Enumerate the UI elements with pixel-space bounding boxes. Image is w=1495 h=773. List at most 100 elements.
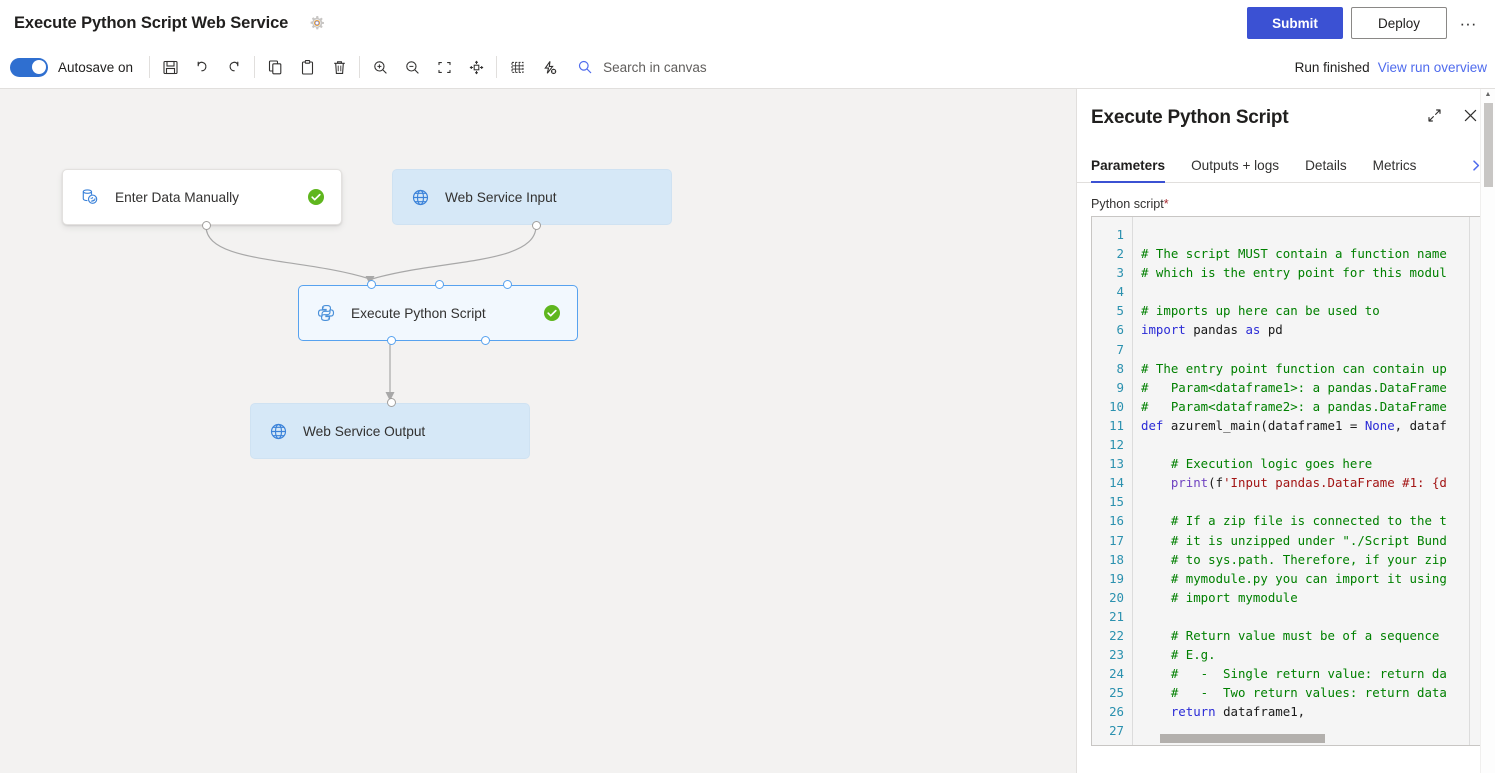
code-line: def azureml_main(dataframe1 = None, data… <box>1141 417 1447 433</box>
code-line: # - Single return value: return da <box>1141 666 1447 682</box>
pipeline-canvas[interactable]: Enter Data Manually Web Service Input Ex… <box>0 89 1076 773</box>
globe-icon <box>267 420 289 442</box>
tab-parameters[interactable]: Parameters <box>1091 158 1166 183</box>
node-enter-data-manually[interactable]: Enter Data Manually <box>62 169 342 230</box>
expand-icon[interactable] <box>1421 102 1447 128</box>
node-output-port[interactable] <box>202 221 211 230</box>
zoom-in-icon[interactable] <box>366 53 394 81</box>
node-output-port-2[interactable] <box>481 336 490 345</box>
view-run-overview-link[interactable]: View run overview <box>1378 60 1487 75</box>
zoom-out-icon[interactable] <box>398 53 426 81</box>
node-label: Web Service Output <box>303 423 426 439</box>
code-line: # Execution logic goes here <box>1141 456 1373 472</box>
code-line-number: 6 <box>1116 322 1124 338</box>
tab-outputs-logs[interactable]: Outputs + logs <box>1191 158 1279 182</box>
node-label: Web Service Input <box>445 189 557 205</box>
code-line: # to sys.path. Therefore, if your zip <box>1141 551 1447 567</box>
panel-vertical-scrollbar[interactable]: ▲ <box>1480 89 1495 773</box>
node-web-service-output[interactable]: Web Service Output <box>250 398 530 459</box>
code-line: # If a zip file is connected to the t <box>1141 513 1447 529</box>
code-line-number: 9 <box>1116 379 1124 395</box>
field-label-text: Python script <box>1091 197 1164 211</box>
titlebar-actions: Submit Deploy ··· <box>1247 7 1495 39</box>
paste-icon[interactable] <box>293 53 321 81</box>
code-line-number: 19 <box>1109 570 1124 586</box>
code-line-number: 26 <box>1109 704 1124 720</box>
code-line-number: 3 <box>1116 265 1124 281</box>
node-web-service-input[interactable]: Web Service Input <box>392 169 672 230</box>
fit-to-screen-icon[interactable] <box>430 53 458 81</box>
node-input-port-2[interactable] <box>435 280 444 289</box>
code-line: # E.g. <box>1141 647 1216 663</box>
code-line-number: 8 <box>1116 360 1124 376</box>
node-output-port-1[interactable] <box>387 336 396 345</box>
code-line-number: 11 <box>1109 417 1124 433</box>
edge-ws-input-to-python <box>371 225 537 280</box>
status-badge-succeeded <box>543 304 561 322</box>
code-line: # The entry point function can contain u… <box>1141 360 1447 376</box>
node-execute-python-script[interactable]: Execute Python Script <box>298 280 578 345</box>
auto-layout-icon[interactable] <box>462 53 490 81</box>
copy-icon[interactable] <box>261 53 289 81</box>
save-icon[interactable] <box>156 53 184 81</box>
node-output-port[interactable] <box>532 221 541 230</box>
node-input-port[interactable] <box>387 398 396 407</box>
code-line-number: 2 <box>1116 246 1124 262</box>
page-title: Execute Python Script Web Service <box>14 13 289 32</box>
toolbar-divider <box>496 56 498 78</box>
undo-icon[interactable] <box>188 53 216 81</box>
code-horizontal-scrollbar[interactable] <box>1160 734 1325 743</box>
code-line: # mymodule.py you can import it using <box>1141 570 1447 586</box>
node-label: Enter Data Manually <box>115 189 240 205</box>
run-settings-icon[interactable] <box>535 53 563 81</box>
code-content[interactable]: # The script MUST contain a function nam… <box>1132 217 1480 745</box>
submit-button[interactable]: Submit <box>1247 7 1343 39</box>
code-line-number: 21 <box>1109 608 1124 624</box>
scroll-up-arrow[interactable]: ▲ <box>1481 91 1495 98</box>
run-status-text: Run finished <box>1294 59 1370 75</box>
node-input-port-1[interactable] <box>367 280 376 289</box>
tab-details[interactable]: Details <box>1305 158 1347 182</box>
tab-metrics[interactable]: Metrics <box>1373 158 1417 182</box>
required-marker: * <box>1163 197 1169 211</box>
run-status-group: Run finished View run overview <box>1295 60 1495 75</box>
code-line-number: 13 <box>1109 456 1124 472</box>
panel-header: Execute Python Script <box>1077 89 1495 129</box>
title-bar: Execute Python Script Web Service Submit… <box>0 0 1495 46</box>
azure-ml-designer-app: Execute Python Script Web Service Submit… <box>0 0 1495 773</box>
node-input-port-3[interactable] <box>503 280 512 289</box>
autosave-toggle[interactable] <box>10 57 48 77</box>
delete-icon[interactable] <box>325 53 353 81</box>
code-line-number: 17 <box>1109 532 1124 548</box>
toolbar-divider <box>254 56 256 78</box>
gear-icon[interactable] <box>306 12 328 34</box>
code-line-number: 22 <box>1109 627 1124 643</box>
toolbar-divider <box>359 56 361 78</box>
search-group <box>577 58 822 76</box>
panel-body: Python script* 1 2 3 4 5 6 7 8 9 10 11 12 13 14 15 16 17… <box>1077 183 1495 746</box>
code-line-number: 10 <box>1109 398 1124 414</box>
redo-icon[interactable] <box>220 53 248 81</box>
code-line: # - Two return values: return data <box>1141 685 1447 701</box>
search-input[interactable] <box>601 58 822 76</box>
grid-icon[interactable] <box>503 53 531 81</box>
globe-icon <box>409 186 431 208</box>
code-line-number: 24 <box>1109 666 1124 682</box>
code-line-number: 4 <box>1116 284 1124 300</box>
search-icon <box>577 59 593 75</box>
code-scroll-region[interactable]: 1 2 3 4 5 6 7 8 9 10 11 12 13 14 15 16 17 18 19 20 21 22 23 24 2… <box>1092 217 1480 745</box>
code-line: print(f'Input pandas.DataFrame #1: {d <box>1170 475 1447 491</box>
toolbar-view-group <box>364 53 492 81</box>
toolbar-file-group <box>154 53 250 81</box>
node-details-panel: Execute Python Script Parameters Outputs… <box>1076 89 1495 773</box>
code-line-number: 5 <box>1116 303 1124 319</box>
more-options-icon[interactable]: ··· <box>1451 7 1485 39</box>
deploy-button[interactable]: Deploy <box>1351 7 1447 39</box>
scrollbar-thumb[interactable] <box>1484 103 1493 187</box>
code-line-number: 25 <box>1109 685 1124 701</box>
code-line: # Param<dataframe2>: a pandas.DataFrame <box>1141 398 1447 414</box>
python-script-editor[interactable]: 1 2 3 4 5 6 7 8 9 10 11 12 13 14 15 16 17 18 19 20 21 22 23 24 2… <box>1091 216 1481 746</box>
